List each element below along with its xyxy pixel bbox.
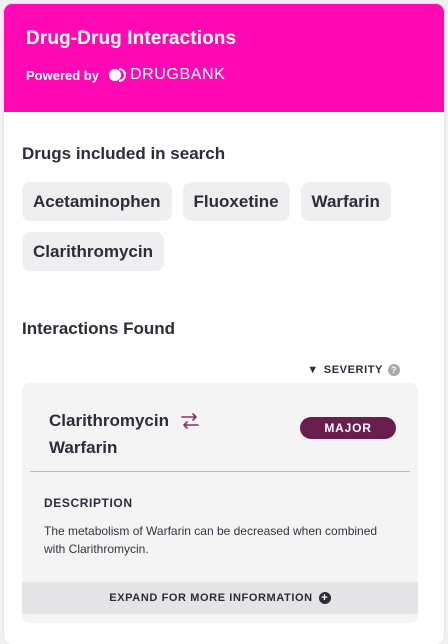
question-circle-icon[interactable]: ? bbox=[388, 364, 400, 376]
page-title: Drug-Drug Interactions bbox=[26, 28, 237, 49]
description-text: The metabolism of Warfarin can be decrea… bbox=[44, 524, 378, 556]
interaction-description: DESCRIPTION The metabolism of Warfarin c… bbox=[22, 472, 418, 558]
expand-more-info-button[interactable]: EXPAND FOR MORE INFORMATION + bbox=[22, 582, 418, 614]
drug-chip-warfarin[interactable]: Warfarin bbox=[300, 182, 391, 221]
interactions-section-title: Interactions Found bbox=[22, 319, 175, 338]
interaction-card: Clarithromycin Warfarin MAJOR DESCRIPTIO… bbox=[22, 383, 418, 623]
drugbank-logo[interactable]: DRUGBANK bbox=[108, 66, 225, 84]
description-label: DESCRIPTION bbox=[44, 496, 133, 510]
plus-circle-icon: + bbox=[318, 592, 331, 604]
drugs-section-title: Drugs included in search bbox=[22, 144, 226, 163]
drug-chip-list: Acetaminophen Fluoxetine Warfarin Clarit… bbox=[22, 182, 412, 271]
severity-sort-label: SEVERITY bbox=[323, 364, 383, 376]
interaction-card-header: Clarithromycin Warfarin MAJOR bbox=[22, 383, 418, 471]
triangle-down-icon: ▼ bbox=[307, 364, 319, 376]
drugbank-logo-text: DRUGBANK bbox=[129, 66, 226, 83]
arrows-swap-icon bbox=[181, 412, 199, 429]
interaction-drug-a: Clarithromycin bbox=[49, 411, 169, 430]
header: Drug-Drug Interactions Powered by DRUGBA… bbox=[4, 4, 444, 112]
drug-chip-acetaminophen[interactable]: Acetaminophen bbox=[22, 182, 172, 221]
powered-by-label: Powered by bbox=[26, 67, 99, 83]
severity-badge: MAJOR bbox=[300, 417, 396, 439]
expand-label: EXPAND FOR MORE INFORMATION bbox=[109, 592, 313, 604]
drugbank-logo-icon bbox=[108, 68, 126, 82]
severity-sort-control[interactable]: ▼ SEVERITY ? bbox=[307, 364, 400, 376]
powered-by: Powered by DRUGBANK bbox=[26, 66, 422, 84]
drug-chip-fluoxetine[interactable]: Fluoxetine bbox=[182, 182, 290, 221]
drug-chip-clarithromycin[interactable]: Clarithromycin bbox=[22, 232, 164, 271]
